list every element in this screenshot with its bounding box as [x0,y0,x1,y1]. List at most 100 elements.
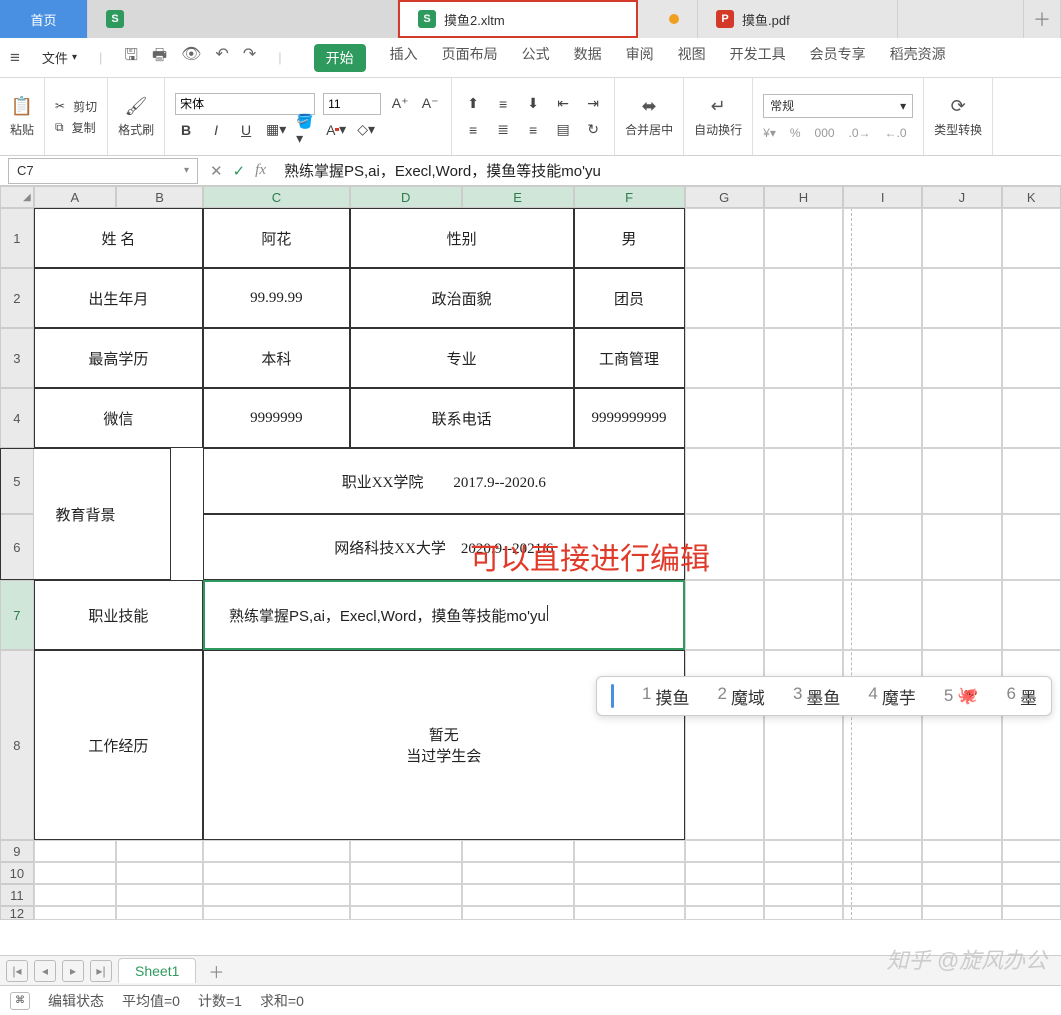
cell-H6[interactable] [764,514,843,580]
percent-icon[interactable]: % [790,126,801,140]
cell-A1[interactable]: 姓 名 [34,208,203,268]
paste-label[interactable]: 粘贴 [10,121,34,138]
cell-J5[interactable] [922,448,1001,514]
cell-I5[interactable] [843,448,922,514]
ime-cand-6[interactable]: 6墨 [1007,684,1037,709]
tab-data[interactable]: 数据 [574,44,602,72]
ime-candidate-bar[interactable]: 1摸鱼 2魔域 3墨鱼 4魔芋 5🐙 6墨 [596,676,1052,716]
cell-A4[interactable]: 微信 [34,388,203,448]
cell-H12[interactable] [764,906,843,920]
tab-review[interactable]: 审阅 [626,44,654,72]
cell-A10[interactable] [34,862,116,884]
cell-J12[interactable] [922,906,1001,920]
cell-G4[interactable] [685,388,764,448]
fx-icon[interactable]: fx [255,162,266,180]
cell-I7[interactable] [843,580,922,650]
cell-G10[interactable] [685,862,764,884]
cell-D9[interactable] [350,840,462,862]
cell-H7[interactable] [764,580,843,650]
align-right-icon[interactable]: ≡ [522,119,544,141]
cell-C12[interactable] [203,906,350,920]
cell-J10[interactable] [922,862,1001,884]
merge-label[interactable]: 合并居中 [625,121,673,138]
fill-color-button[interactable]: 🪣▾ [295,119,317,141]
inc-dec-icon[interactable]: .0→ [849,126,871,140]
cell-A2[interactable]: 出生年月 [34,268,203,328]
cell-C5[interactable]: 职业XX学院 2017.9--2020.6 [203,448,684,514]
indent-left-icon[interactable]: ⇤ [552,93,574,115]
cell-H10[interactable] [764,862,843,884]
indent-right-icon[interactable]: ⇥ [582,93,604,115]
align-mid-icon[interactable]: ≡ [492,93,514,115]
convert-icon[interactable]: ⟳ [951,96,966,117]
cell-C11[interactable] [203,884,350,906]
cell-C4[interactable]: 9999999 [203,388,350,448]
cell-C10[interactable] [203,862,350,884]
preview-icon[interactable]: 👁 [181,44,201,71]
blank-tab[interactable]: S [88,0,398,38]
brush-icon[interactable]: 🖌 [125,96,148,117]
align-top-icon[interactable]: ⬆ [462,93,484,115]
cell-G12[interactable] [685,906,764,920]
cut-button[interactable]: ✂剪切 [55,98,97,115]
print-icon[interactable]: 🖶 [152,44,167,71]
cell-C2[interactable]: 99.99.99 [203,268,350,328]
cell-F10[interactable] [574,862,685,884]
cell-B11[interactable] [116,884,203,906]
app-menu-icon[interactable]: ≡ [10,48,20,68]
cell-A8[interactable]: 工作经历 [34,650,203,840]
row-2[interactable]: 2 [0,268,34,328]
increase-font-icon[interactable]: A⁺ [389,93,411,115]
name-box[interactable]: C7▾ [8,158,198,184]
col-F[interactable]: F [574,186,685,208]
cell-F1[interactable]: 男 [574,208,685,268]
comma-icon[interactable]: 000 [815,126,835,140]
cell-I1[interactable] [843,208,922,268]
active-file-tab[interactable]: S 摸鱼2.xltm [398,0,638,38]
cell-B9[interactable] [116,840,203,862]
ime-cand-5[interactable]: 5🐙 [944,686,979,706]
cell-G2[interactable] [685,268,764,328]
cell-D3[interactable]: 专业 [350,328,574,388]
ime-cand-1[interactable]: 1摸鱼 [642,684,689,709]
cell-I10[interactable] [843,862,922,884]
cell-K5[interactable] [1002,448,1061,514]
cell-H2[interactable] [764,268,843,328]
cell-K10[interactable] [1002,862,1061,884]
cell-K12[interactable] [1002,906,1061,920]
cell-H5[interactable] [764,448,843,514]
cell-I11[interactable] [843,884,922,906]
merge-icon[interactable]: ⬌ [642,96,657,117]
cell-J2[interactable] [922,268,1001,328]
cell-D10[interactable] [350,862,462,884]
cell-G1[interactable] [685,208,764,268]
cell-C3[interactable]: 本科 [203,328,350,388]
cell-G3[interactable] [685,328,764,388]
number-format-select[interactable]: 常规▾ [763,94,913,118]
cell-C9[interactable] [203,840,350,862]
ime-cand-2[interactable]: 2魔域 [717,684,764,709]
cell-J3[interactable] [922,328,1001,388]
cell-F3[interactable]: 工商管理 [574,328,685,388]
align-center-icon[interactable]: ≣ [492,119,514,141]
cell-H11[interactable] [764,884,843,906]
ime-cand-3[interactable]: 3墨鱼 [793,684,840,709]
cell-J7[interactable] [922,580,1001,650]
cell-J9[interactable] [922,840,1001,862]
cell-A7[interactable]: 职业技能 [34,580,203,650]
add-sheet-button[interactable]: ＋ [208,959,224,983]
cell-C1[interactable]: 阿花 [203,208,350,268]
cell-J11[interactable] [922,884,1001,906]
cell-K7[interactable] [1002,580,1061,650]
tab-start[interactable]: 开始 [314,44,366,72]
cell-B10[interactable] [116,862,203,884]
cell-I12[interactable] [843,906,922,920]
cell-E10[interactable] [462,862,574,884]
spreadsheet-grid[interactable]: ◢ A B C D E F G H I J K 1 姓 名 阿花 性别 男 2 … [0,186,1061,920]
cell-F2[interactable]: 团员 [574,268,685,328]
cell-K3[interactable] [1002,328,1061,388]
cell-I6[interactable] [843,514,922,580]
cancel-edit-icon[interactable]: ✕ [210,162,223,180]
row-11[interactable]: 11 [0,884,34,906]
align-bot-icon[interactable]: ⬇ [522,93,544,115]
